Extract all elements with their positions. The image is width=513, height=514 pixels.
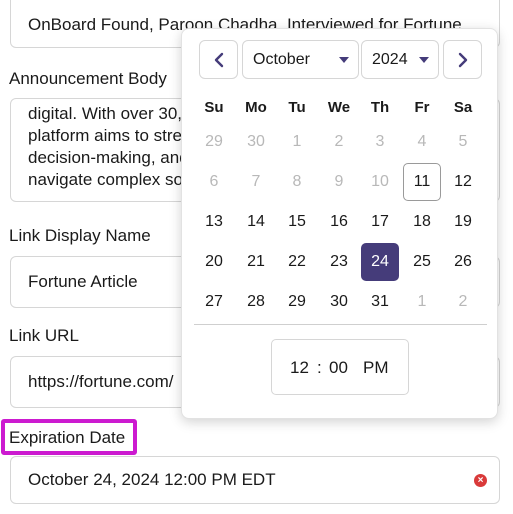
calendar-day: 2 xyxy=(334,133,344,150)
calendar-day: 10 xyxy=(371,173,389,190)
calendar-day: 8 xyxy=(292,173,302,190)
caret-down-icon xyxy=(419,57,429,63)
link-display-name-value: Fortune Article xyxy=(28,272,138,291)
today-day[interactable]: 11 xyxy=(403,163,441,201)
calendar-day[interactable]: 30 xyxy=(320,283,358,321)
calendar-day[interactable]: 29 xyxy=(278,283,316,321)
calendar-day[interactable]: 17 xyxy=(361,203,399,241)
calendar-day: 1 xyxy=(417,293,427,310)
chevron-right-icon xyxy=(458,52,467,67)
calendar-day[interactable]: 19 xyxy=(444,203,482,241)
hour-field[interactable]: 12 xyxy=(290,358,309,378)
body-line: navigate complex soc xyxy=(28,170,192,189)
calendar-day[interactable]: 12 xyxy=(444,163,482,201)
calendar-day: 30 xyxy=(247,133,265,150)
minute-field[interactable]: 00 xyxy=(329,358,348,378)
weekday-label: Tu xyxy=(288,99,306,116)
body-line: decision-making, and xyxy=(28,148,189,167)
calendar-day: 9 xyxy=(334,173,344,190)
body-line: platform aims to stre xyxy=(28,126,182,145)
calendar-day: 4 xyxy=(417,133,427,150)
calendar-day[interactable]: 31 xyxy=(361,283,399,321)
calendar-day: 29 xyxy=(205,133,223,150)
calendar-day[interactable]: 14 xyxy=(237,203,275,241)
body-line: digital. With over 30, xyxy=(28,104,183,123)
selected-day[interactable]: 24 xyxy=(361,243,399,281)
calendar-day[interactable]: 18 xyxy=(403,203,441,241)
year-select[interactable]: 2024 xyxy=(361,40,439,79)
calendar-day[interactable]: 22 xyxy=(278,243,316,281)
expiration-date-label-highlight: Expiration Date xyxy=(1,419,137,455)
calendar-day[interactable]: 23 xyxy=(320,243,358,281)
divider xyxy=(194,324,487,325)
calendar-day[interactable]: 27 xyxy=(195,283,233,321)
month-select[interactable]: October xyxy=(242,40,359,79)
calendar-day: 3 xyxy=(375,133,385,150)
calendar-day[interactable]: 25 xyxy=(403,243,441,281)
calendar-day: 5 xyxy=(458,133,468,150)
weekday-label: Th xyxy=(370,99,390,116)
announcement-body-label: Announcement Body xyxy=(9,69,167,88)
calendar-day[interactable]: 16 xyxy=(320,203,358,241)
link-url-label: Link URL xyxy=(9,326,79,345)
expiration-date-input[interactable]: October 24, 2024 12:00 PM EDT × xyxy=(10,456,500,504)
calendar-day: 7 xyxy=(251,173,261,190)
calendar-day[interactable]: 21 xyxy=(237,243,275,281)
caret-down-icon xyxy=(339,57,349,63)
calendar-day: 2 xyxy=(458,293,468,310)
weekday-label: Sa xyxy=(453,99,473,116)
period-field[interactable]: PM xyxy=(363,358,389,378)
month-select-value: October xyxy=(253,51,310,68)
calendar-day[interactable]: 26 xyxy=(444,243,482,281)
calendar-day[interactable]: 15 xyxy=(278,203,316,241)
weekday-label: Mo xyxy=(245,99,267,116)
expiration-date-value: October 24, 2024 12:00 PM EDT xyxy=(28,470,276,489)
chevron-left-icon xyxy=(214,52,223,67)
weekday-label: We xyxy=(327,99,351,116)
time-input[interactable]: 12 : 00 PM xyxy=(271,339,409,395)
expiration-date-label: Expiration Date xyxy=(9,428,126,447)
weekday-label: Su xyxy=(204,99,224,116)
calendar-day: 1 xyxy=(292,133,302,150)
clear-icon[interactable]: × xyxy=(474,474,487,487)
calendar-day: 6 xyxy=(209,173,219,190)
calendar-day[interactable]: 20 xyxy=(195,243,233,281)
weekday-label: Fr xyxy=(414,99,430,116)
time-separator: : xyxy=(317,358,322,377)
date-picker-popover: October 2024 Su Mo Tu We Th Fr Sa 29 30 1 2 3 4 5 6 7 8… xyxy=(181,28,498,419)
prev-month-button[interactable] xyxy=(199,40,238,79)
link-url-value: https://fortune.com/ xyxy=(28,372,174,391)
link-display-name-label: Link Display Name xyxy=(9,226,151,245)
year-select-value: 2024 xyxy=(372,51,408,68)
calendar-day[interactable]: 13 xyxy=(195,203,233,241)
calendar-day[interactable]: 28 xyxy=(237,283,275,321)
next-month-button[interactable] xyxy=(443,40,482,79)
